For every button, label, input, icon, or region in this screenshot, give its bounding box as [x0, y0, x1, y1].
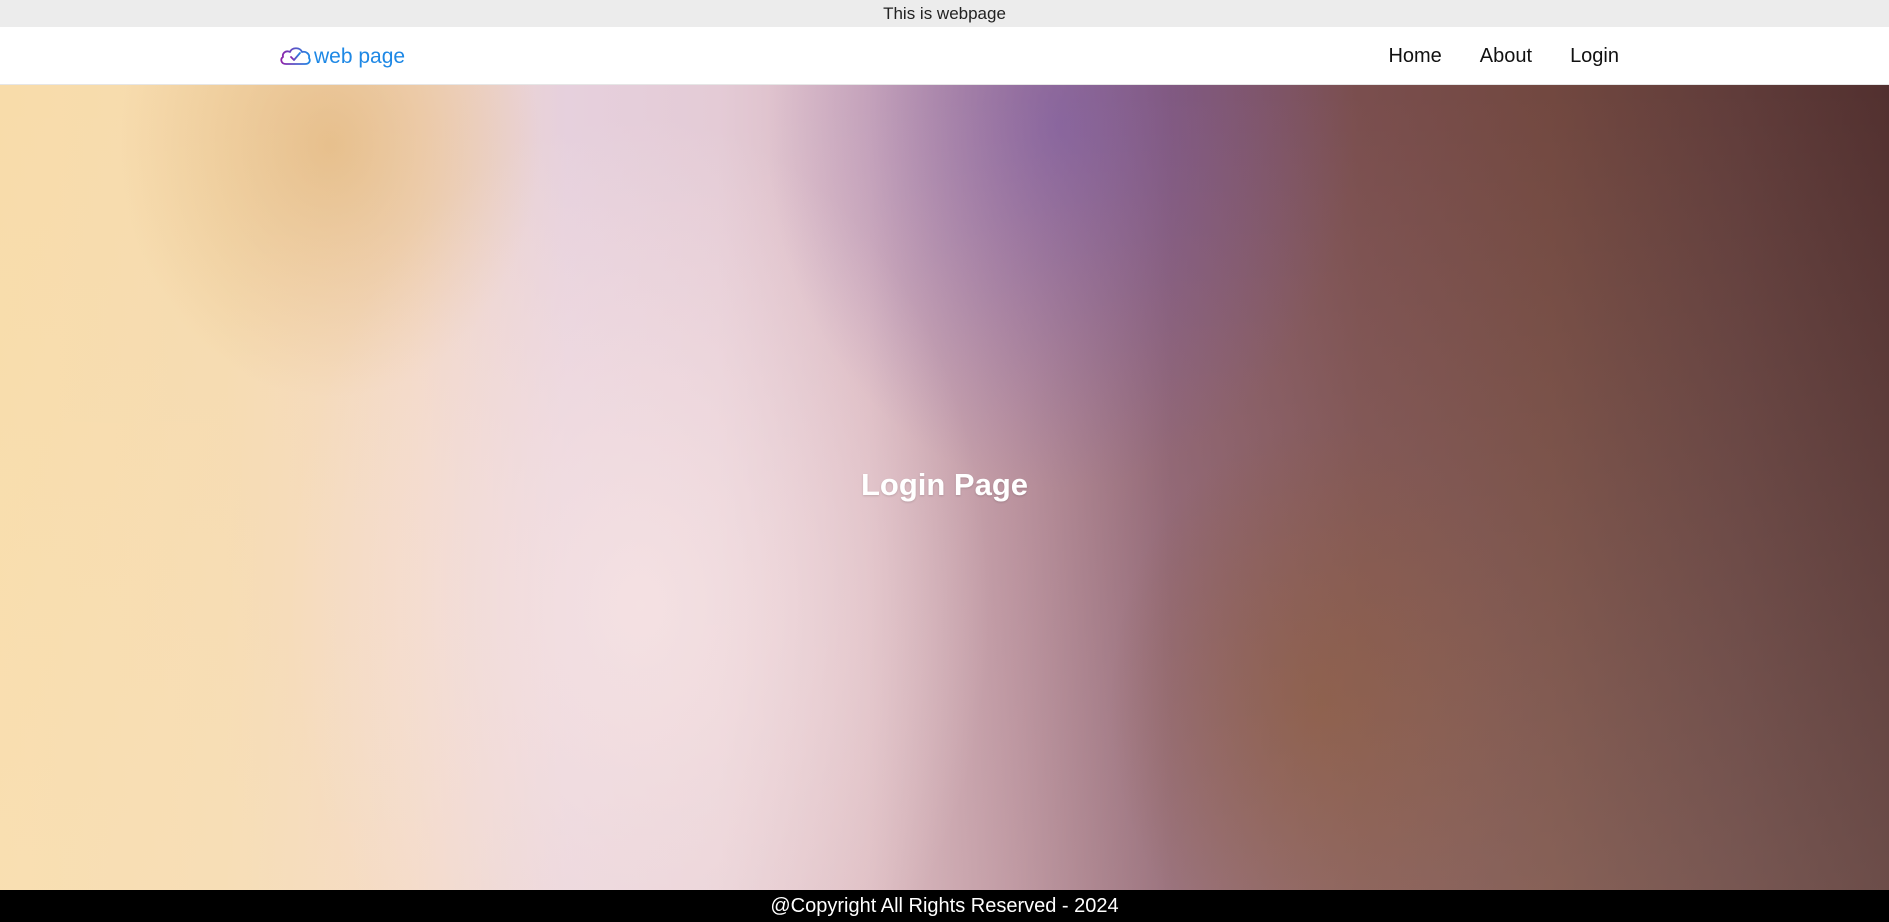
page-title: Login Page [860, 467, 1029, 502]
brand-logo-link[interactable]: web page [278, 41, 405, 71]
hero-section: Login Page [0, 85, 1889, 890]
cloud-check-icon [278, 44, 312, 68]
navbar: web page Home About Login [0, 27, 1889, 85]
brand-name: web page [314, 44, 406, 68]
announcement-bar: This is webpage [0, 0, 1889, 27]
copyright-text: @Copyright All Rights Reserved - 2024 [770, 894, 1119, 917]
nav-link-login[interactable]: Login [1570, 45, 1619, 68]
nav-menu: Home About Login [1388, 27, 1619, 85]
nav-link-about[interactable]: About [1480, 45, 1532, 68]
footer: @Copyright All Rights Reserved - 2024 [0, 890, 1889, 922]
announcement-text: This is webpage [883, 3, 1006, 23]
nav-link-home[interactable]: Home [1388, 45, 1441, 68]
